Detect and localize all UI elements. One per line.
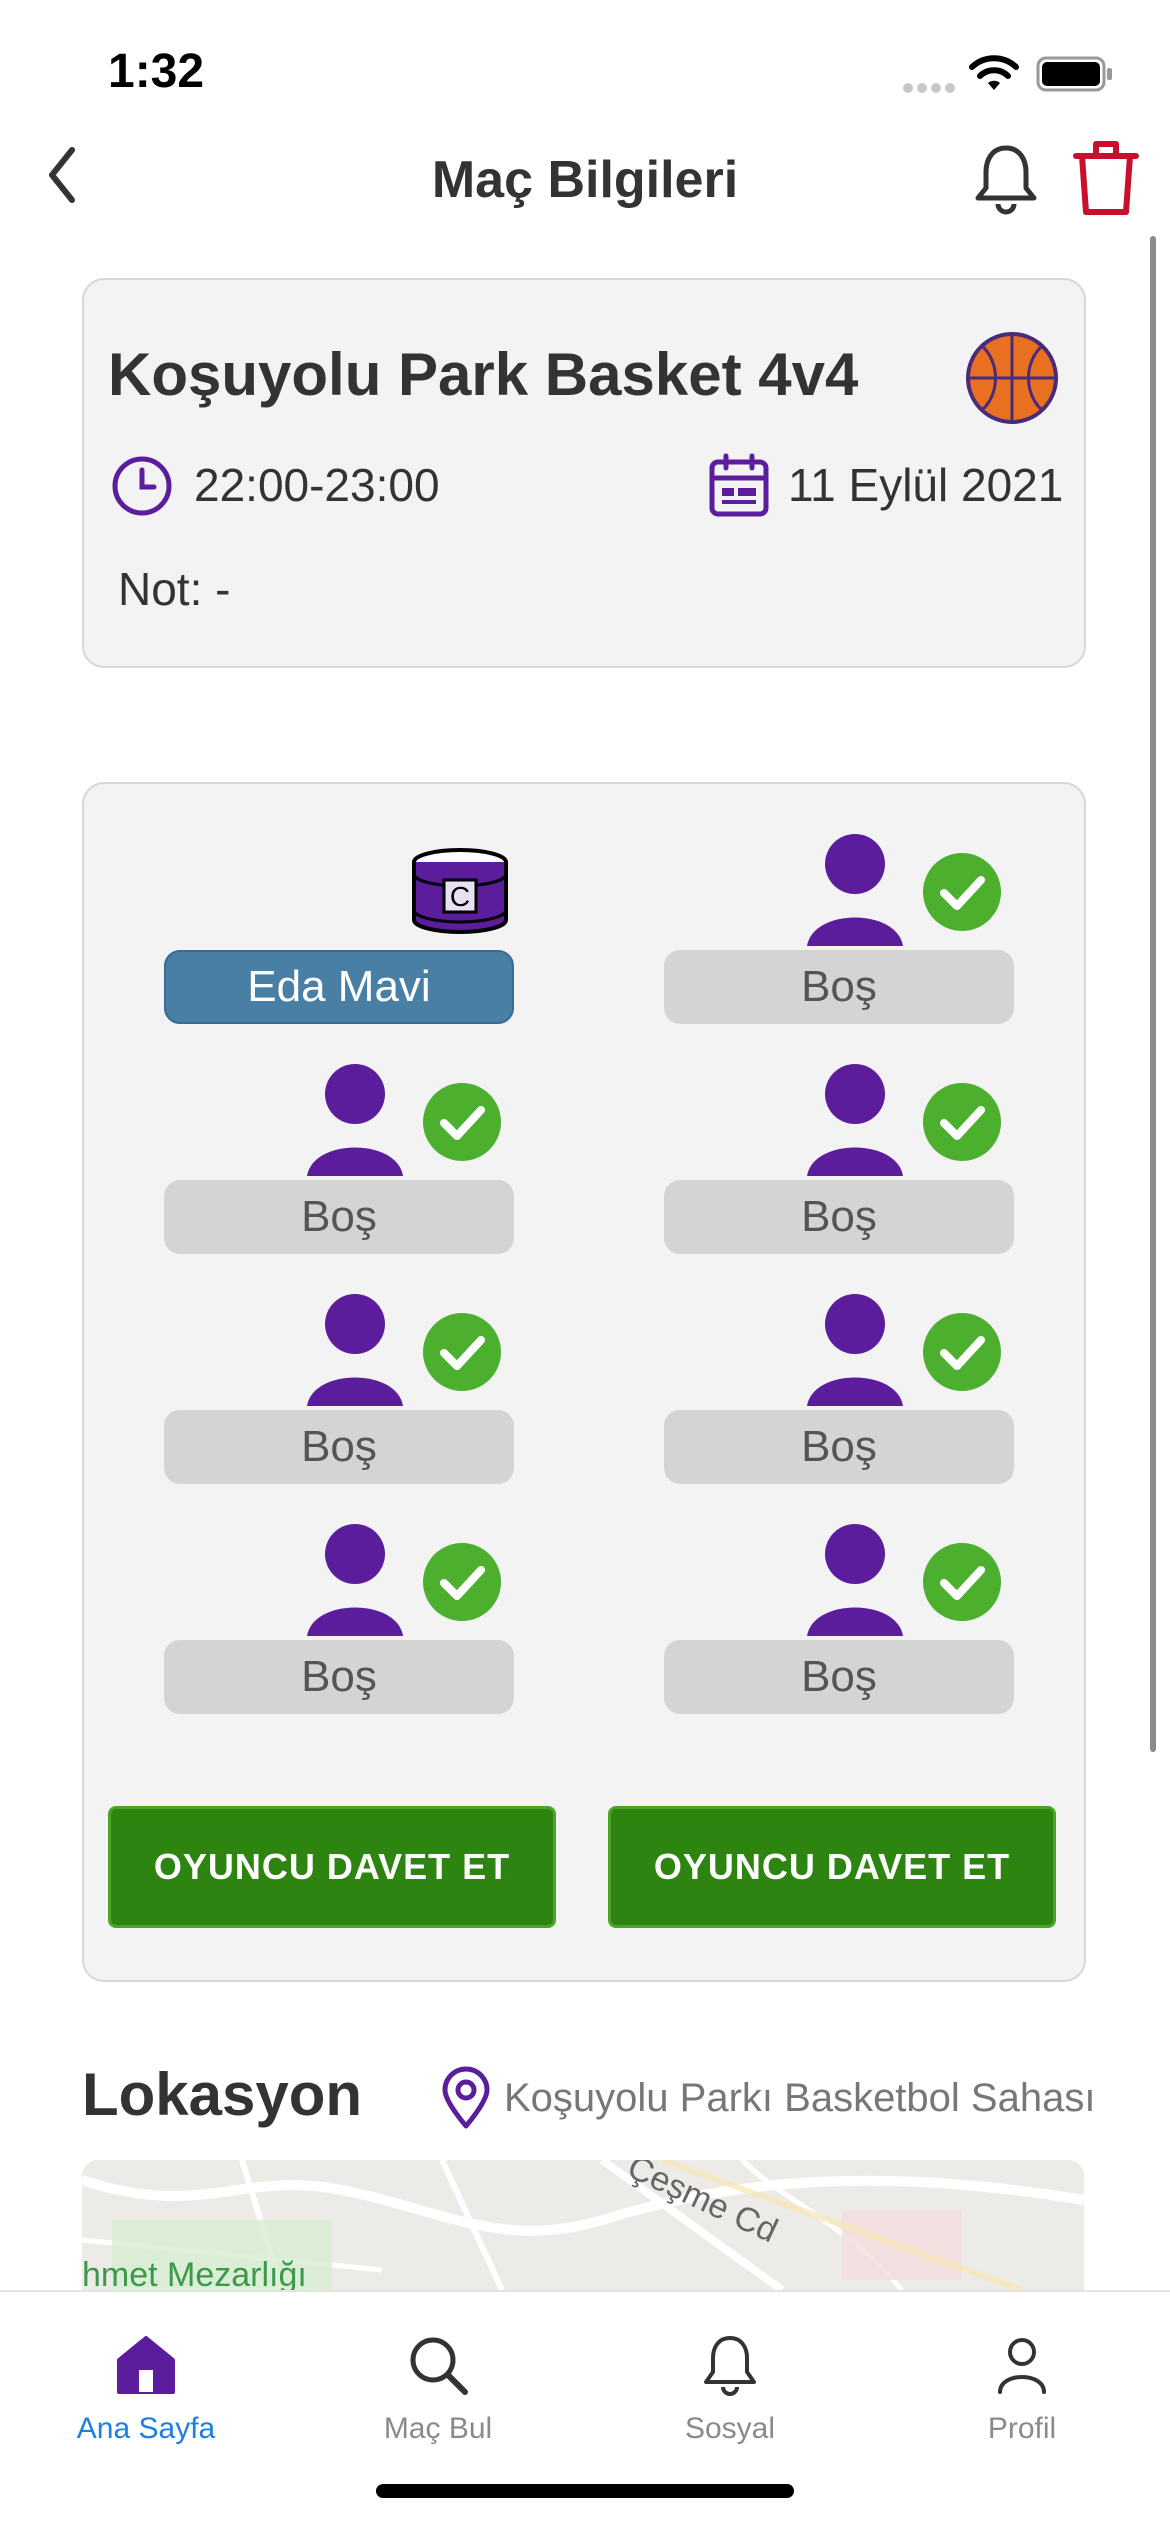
location-place[interactable]: Koşuyolu Parkı Basketbol Sahası [504, 2076, 1095, 2121]
status-time: 1:32 [108, 45, 205, 98]
check-icon [423, 1083, 501, 1161]
match-title: Koşuyolu Park Basket 4v4 [108, 341, 859, 408]
check-icon [423, 1543, 501, 1621]
check-icon [923, 1313, 1001, 1391]
player-slot-right-4[interactable]: Boş [664, 1640, 1014, 1714]
search-icon [410, 2337, 468, 2395]
location-pin-icon [442, 2066, 490, 2129]
basketball-icon [966, 332, 1058, 424]
player-slot-right-2[interactable]: Boş [664, 1180, 1014, 1254]
tab-mac-bul[interactable]: Maç Bul [292, 2332, 584, 2446]
player-slot-right-3[interactable]: Boş [664, 1410, 1014, 1484]
location-title: Lokasyon [82, 2061, 363, 2128]
person-icon [807, 1524, 903, 1636]
match-time: 22:00-23:00 [194, 459, 440, 511]
person-icon [307, 1064, 403, 1176]
tab-label: Ana Sayfa [76, 2412, 216, 2445]
tab-label: Maç Bul [383, 2412, 493, 2445]
check-icon [923, 853, 1001, 931]
scrollbar[interactable] [1150, 236, 1156, 1752]
clock-icon [112, 456, 172, 516]
map-view[interactable]: hmet Mezarlığı Çeşme Cd [82, 2160, 1084, 2290]
invite-player-button-right[interactable]: OYUNCU DAVET ET [608, 1806, 1056, 1928]
battery-icon [1036, 56, 1112, 92]
person-icon [807, 1294, 903, 1406]
player-slot-right-1[interactable]: Boş [664, 950, 1014, 1024]
home-indicator[interactable] [376, 2484, 794, 2498]
person-icon [307, 1524, 403, 1636]
check-icon [423, 1313, 501, 1391]
profile-icon [998, 2338, 1046, 2394]
bell-icon[interactable] [972, 140, 1040, 218]
trash-icon[interactable] [1072, 138, 1140, 218]
captain-letter: C [450, 881, 470, 912]
person-icon [307, 1294, 403, 1406]
tab-profil[interactable]: Profil [876, 2332, 1168, 2446]
home-icon [117, 2336, 175, 2394]
check-icon [923, 1083, 1001, 1161]
match-note: Not: - [118, 563, 231, 615]
map-label-cemetery: hmet Mezarlığı [82, 2256, 307, 2290]
person-icon [807, 1064, 903, 1176]
player-slot-left-3[interactable]: Boş [164, 1410, 514, 1484]
tab-ana-sayfa[interactable]: Ana Sayfa [0, 2332, 292, 2446]
calendar-icon [709, 453, 769, 517]
person-icon [807, 834, 903, 946]
tab-label: Sosyal [684, 2412, 776, 2445]
tab-sosyal[interactable]: Sosyal [584, 2332, 876, 2446]
captain-armband-icon: C [412, 848, 508, 934]
wifi-icon [969, 55, 1019, 90]
invite-player-button-left[interactable]: OYUNCU DAVET ET [108, 1806, 556, 1928]
check-icon [923, 1543, 1001, 1621]
player-slot-left-1[interactable]: Eda Mavi [164, 950, 514, 1024]
player-slot-left-2[interactable]: Boş [164, 1180, 514, 1254]
signal-icon [903, 80, 959, 98]
tab-label: Profil [987, 2412, 1057, 2445]
bell-icon [704, 2336, 756, 2396]
match-date: 11 Eylül 2021 [788, 459, 1064, 511]
player-slot-left-4[interactable]: Boş [164, 1640, 514, 1714]
